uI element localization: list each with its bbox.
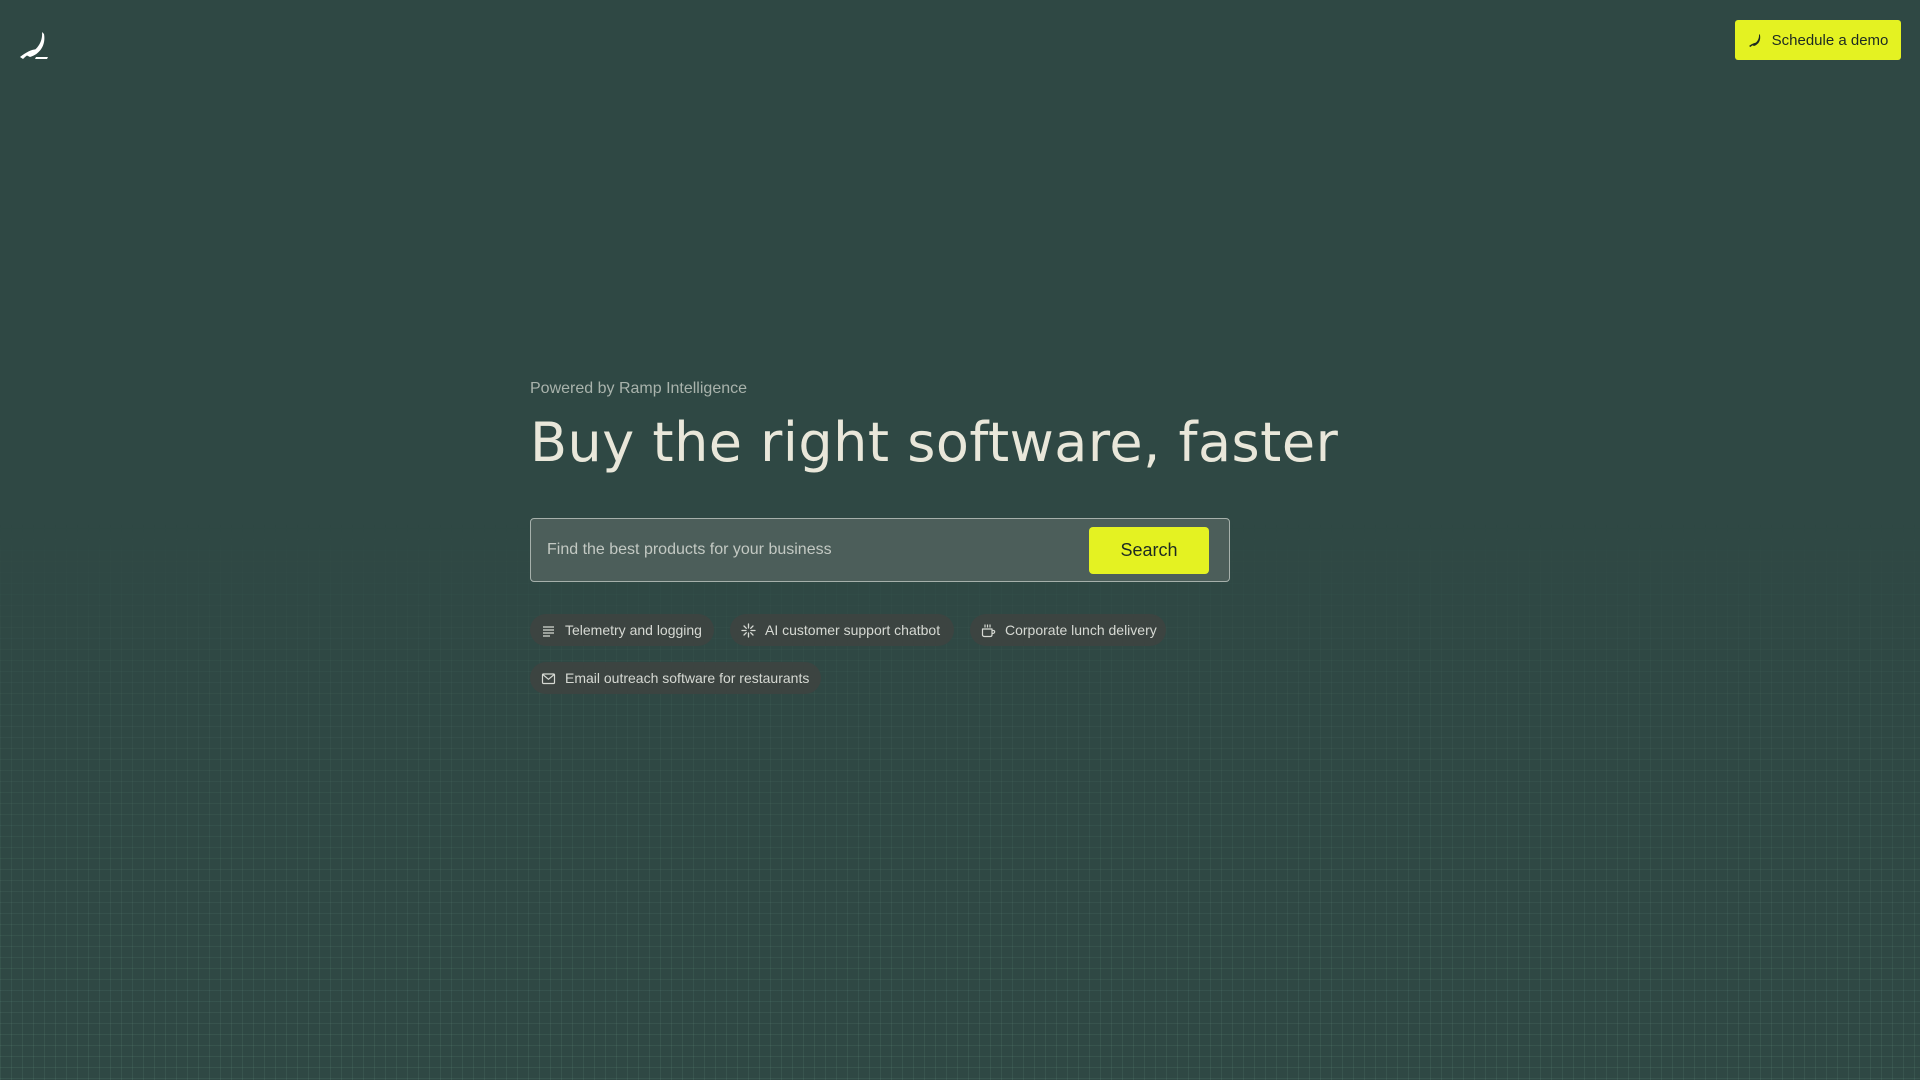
- search-input[interactable]: [547, 533, 1067, 567]
- search-bar: Search: [530, 518, 1230, 582]
- suggestion-chip-email-outreach[interactable]: Email outreach software for restaurants: [530, 662, 821, 694]
- schedule-demo-label: Schedule a demo: [1771, 31, 1889, 49]
- ramp-logo-icon[interactable]: [18, 28, 52, 62]
- takeout-cup-icon: [981, 624, 996, 637]
- suggestion-label: AI customer support chatbot: [765, 622, 941, 638]
- suggestion-chip-ai-chatbot[interactable]: AI customer support chatbot: [730, 614, 954, 646]
- schedule-demo-button[interactable]: Schedule a demo: [1735, 20, 1901, 60]
- suggestion-label: Email outreach software for restaurants: [565, 670, 810, 686]
- search-button[interactable]: Search: [1089, 527, 1209, 574]
- suggestion-chip-lunch-delivery[interactable]: Corporate lunch delivery: [970, 614, 1166, 646]
- ramp-logo-icon: [1748, 34, 1760, 47]
- page-title: Buy the right software, faster: [530, 411, 1339, 474]
- hero: Powered by Ramp Intelligence Buy the rig…: [530, 378, 1390, 479]
- suggestion-label: Telemetry and logging: [565, 622, 702, 638]
- list-lines-icon: [543, 625, 554, 637]
- powered-by-text: Powered by Ramp Intelligence: [530, 380, 748, 397]
- sparkle-icon: [741, 622, 756, 638]
- suggestion-label: Corporate lunch delivery: [1005, 622, 1157, 638]
- page: Schedule a demo Powered by Ramp Intellig…: [0, 0, 1920, 1080]
- envelope-icon: [541, 672, 556, 684]
- suggestion-chip-telemetry[interactable]: Telemetry and logging: [530, 614, 714, 646]
